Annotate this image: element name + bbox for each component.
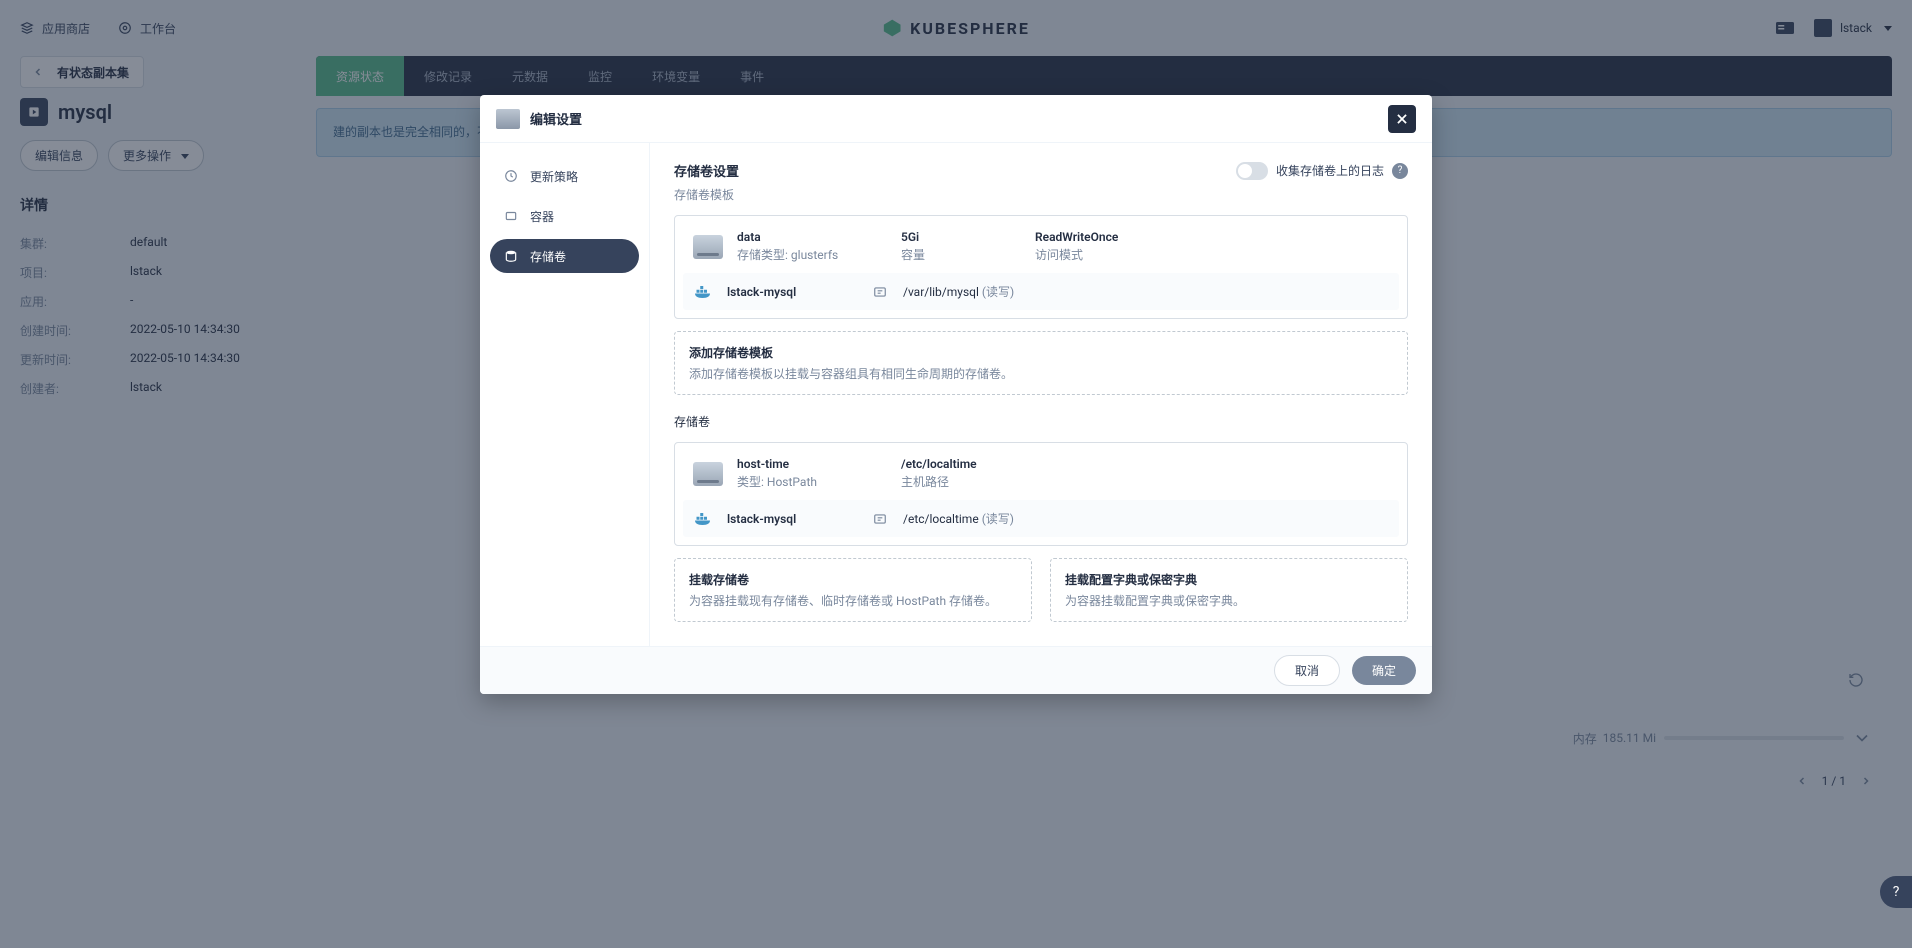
card-title: 挂载存储卷 <box>689 571 1017 588</box>
nav-label: 容器 <box>530 208 554 225</box>
two-add-cards: 挂载存储卷 为容器挂载现有存储卷、临时存储卷或 HostPath 存储卷。 挂载… <box>674 558 1408 622</box>
modal-header: 编辑设置 <box>480 95 1432 143</box>
modal-header-icon <box>496 109 520 129</box>
vol-name: host-time <box>737 457 887 471</box>
sub-volumes-label: 存储卷 <box>674 413 1408 430</box>
close-icon <box>1395 112 1409 126</box>
mount-container-name: lstack-mysql <box>727 512 857 526</box>
collect-log-toggle[interactable] <box>1236 162 1268 180</box>
vol-capacity: 5Gi <box>901 230 1021 244</box>
section-header: 存储卷设置 收集存储卷上的日志 ? <box>674 161 1408 180</box>
sub-template-label: 存储卷模板 <box>674 186 1408 203</box>
volume-card: host-time 类型: HostPath /etc/localtime 主机… <box>674 442 1408 546</box>
edit-settings-modal: 编辑设置 更新策略 容器 存储卷 <box>480 95 1432 694</box>
mount-container-name: lstack-mysql <box>727 285 857 299</box>
mount-row: lstack-mysql /var/lib/mysql (读写) <box>683 273 1399 310</box>
nav-label: 存储卷 <box>530 248 566 265</box>
modal-close-button[interactable] <box>1388 105 1416 133</box>
nav-item-update-strategy[interactable]: 更新策略 <box>490 159 639 193</box>
help-float-button[interactable]: ? <box>1880 876 1912 908</box>
ok-label: 确定 <box>1372 664 1396 678</box>
vol-type: 存储类型: glusterfs <box>737 246 887 263</box>
log-toggle-group: 收集存储卷上的日志 ? <box>1236 162 1408 180</box>
vol-name: data <box>737 230 887 244</box>
modal-title: 编辑设置 <box>530 109 582 128</box>
disk-icon <box>693 462 723 486</box>
toggle-label: 收集存储卷上的日志 <box>1276 162 1384 179</box>
add-template-title: 添加存储卷模板 <box>689 344 1393 361</box>
vol-type: 类型: HostPath <box>737 473 887 490</box>
update-icon <box>502 167 520 185</box>
modal-content: 存储卷设置 收集存储卷上的日志 ? 存储卷模板 data 存储类型: glust <box>650 143 1432 646</box>
mount-path-wrap: /var/lib/mysql (读写) <box>903 283 1014 300</box>
volume-icon <box>502 247 520 265</box>
nav-item-container[interactable]: 容器 <box>490 199 639 233</box>
add-template-desc: 添加存储卷模板以挂载与容器组具有相同生命周期的存储卷。 <box>689 365 1393 382</box>
mount-config-button[interactable]: 挂载配置字典或保密字典 为容器挂载配置字典或保密字典。 <box>1050 558 1408 622</box>
cancel-label: 取消 <box>1295 664 1319 678</box>
card-desc: 为容器挂载配置字典或保密字典。 <box>1065 592 1393 609</box>
vol-hostpath: /etc/localtime <box>901 457 1389 471</box>
volume-row: host-time 类型: HostPath /etc/localtime 主机… <box>683 451 1399 500</box>
vol-hostpath-label: 主机路径 <box>901 473 1389 490</box>
vol-mode: ReadWriteOnce <box>1035 230 1389 244</box>
section-title: 存储卷设置 <box>674 161 739 180</box>
vol-mode-label: 访问模式 <box>1035 246 1389 263</box>
readwrite-icon <box>871 285 889 299</box>
card-title: 挂载配置字典或保密字典 <box>1065 571 1393 588</box>
modal-overlay: 编辑设置 更新策略 容器 存储卷 <box>0 0 1912 948</box>
disk-icon <box>693 235 723 259</box>
container-icon <box>502 207 520 225</box>
nav-item-volume[interactable]: 存储卷 <box>490 239 639 273</box>
card-desc: 为容器挂载现有存储卷、临时存储卷或 HostPath 存储卷。 <box>689 592 1017 609</box>
add-volume-template-button[interactable]: 添加存储卷模板 添加存储卷模板以挂载与容器组具有相同生命周期的存储卷。 <box>674 331 1408 395</box>
modal-nav: 更新策略 容器 存储卷 <box>480 143 650 646</box>
readwrite-icon <box>871 512 889 526</box>
nav-label: 更新策略 <box>530 168 578 185</box>
help-icon[interactable]: ? <box>1392 163 1408 179</box>
docker-icon <box>695 285 713 299</box>
volume-row: data 存储类型: glusterfs 5Gi 容量 ReadWriteOnc… <box>683 224 1399 273</box>
modal-footer: 取消 确定 <box>480 646 1432 694</box>
cancel-button[interactable]: 取消 <box>1274 655 1340 686</box>
mount-volume-button[interactable]: 挂载存储卷 为容器挂载现有存储卷、临时存储卷或 HostPath 存储卷。 <box>674 558 1032 622</box>
ok-button[interactable]: 确定 <box>1352 656 1416 685</box>
docker-icon <box>695 512 713 526</box>
volume-template-card: data 存储类型: glusterfs 5Gi 容量 ReadWriteOnc… <box>674 215 1408 319</box>
mount-row: lstack-mysql /etc/localtime (读写) <box>683 500 1399 537</box>
vol-capacity-label: 容量 <box>901 246 1021 263</box>
mount-path-wrap: /etc/localtime (读写) <box>903 510 1014 527</box>
modal-body: 更新策略 容器 存储卷 存储卷设置 收集存储卷上的日志 ? <box>480 143 1432 646</box>
